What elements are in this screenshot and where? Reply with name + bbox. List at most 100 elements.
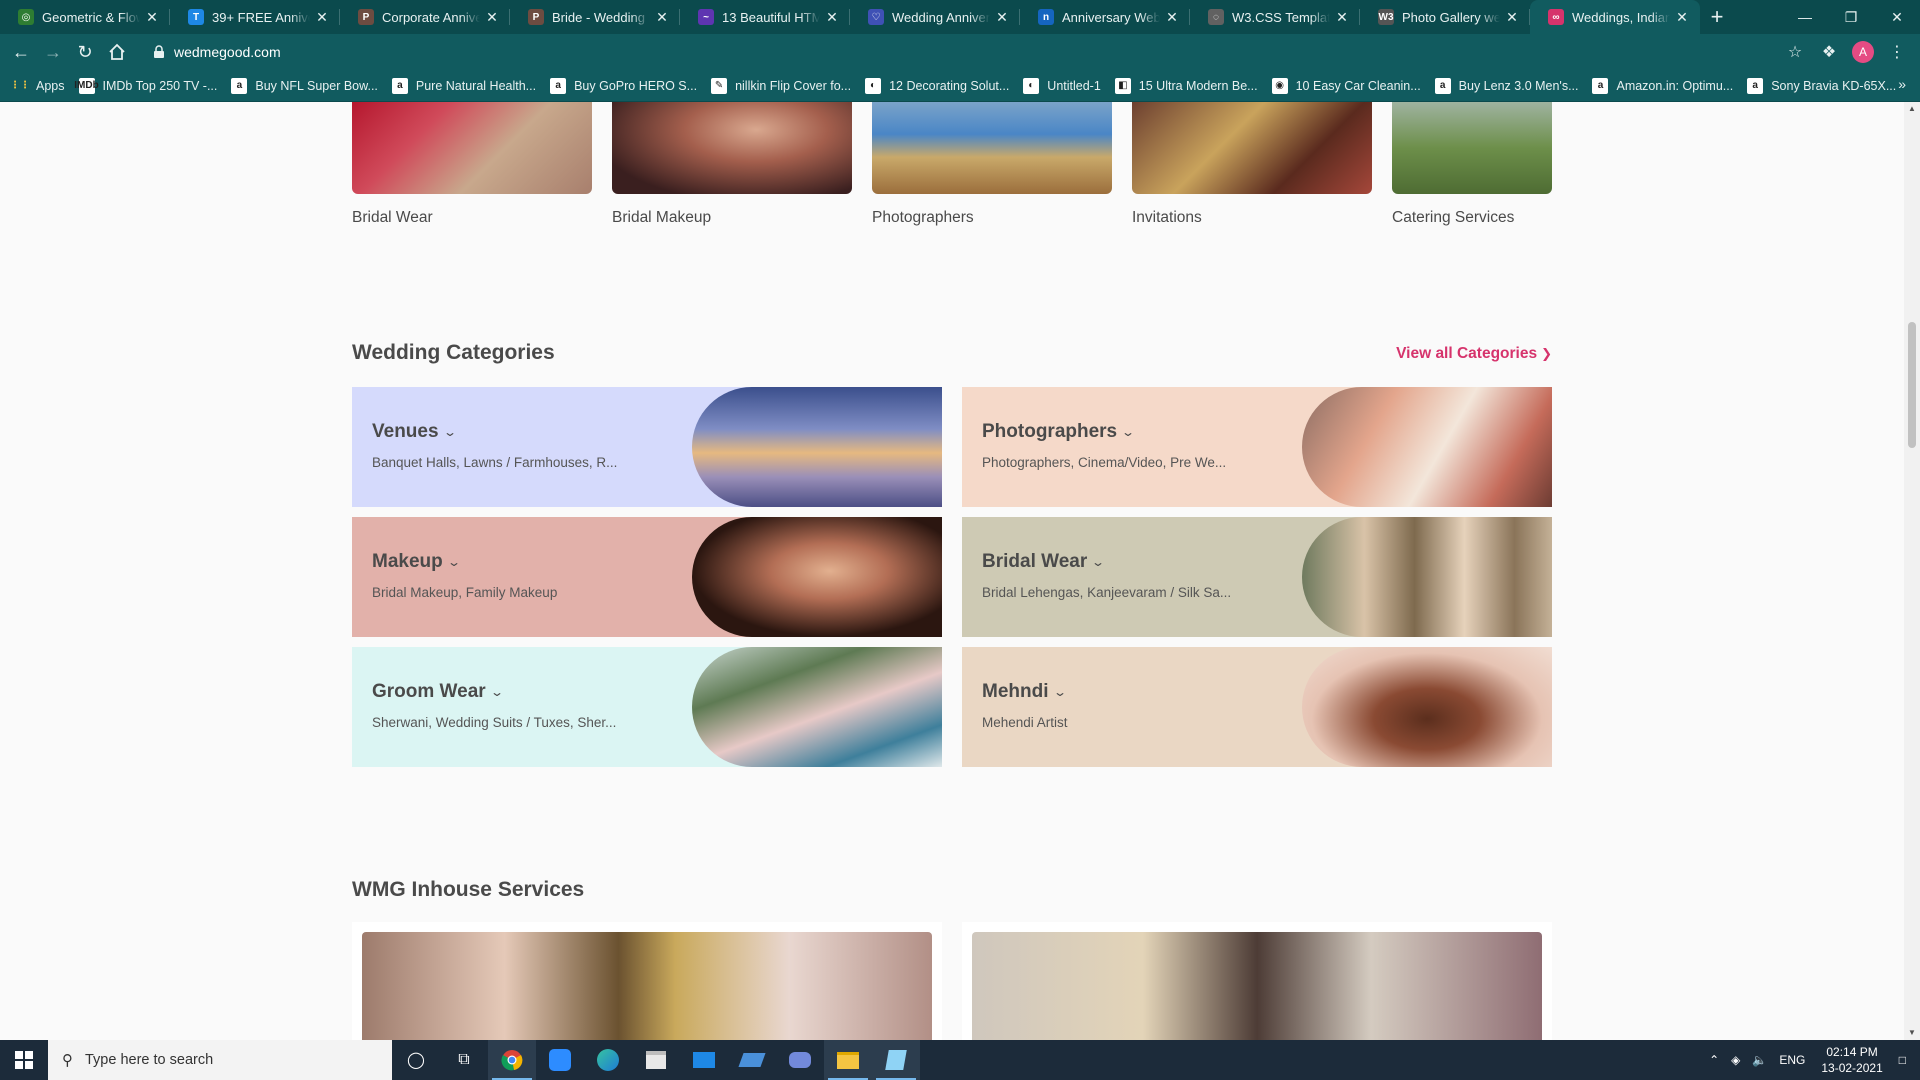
vendor-card-bridal-makeup[interactable]: Bridal Makeup <box>612 102 852 227</box>
bookmarks-overflow-icon[interactable]: » <box>1898 76 1906 92</box>
category-text: Venues ⌄ Banquet Halls, Lawns / Farmhouse… <box>372 421 672 470</box>
bookmark-item[interactable]: IMDb IMDb Top 250 TV -... <box>74 77 217 94</box>
bookmark-item[interactable]: ◐ 12 Decorating Solut... <box>865 77 1009 94</box>
service-card[interactable] <box>352 922 942 1040</box>
category-card-photographers[interactable]: Photographers ⌄ Photographers, Cinema/Vid… <box>962 387 1552 507</box>
vendor-card-invitations[interactable]: Invitations <box>1132 102 1372 227</box>
bookmark-item[interactable]: a Buy GoPro HERO S... <box>550 77 697 94</box>
back-icon[interactable]: ← <box>6 37 36 67</box>
bookmark-favicon-icon: a <box>1747 77 1764 94</box>
tab-close-icon[interactable]: ✕ <box>484 9 500 26</box>
category-card-mehndi[interactable]: Mehndi ⌄ Mehendi Artist <box>962 647 1552 767</box>
tab-close-icon[interactable]: ✕ <box>994 9 1010 26</box>
chrome-taskbar-icon[interactable] <box>488 1040 536 1080</box>
browser-tab[interactable]: ◎ Geometric & Flower✕ <box>0 0 170 34</box>
category-name-label: Bridal Wear <box>982 551 1088 572</box>
vendor-card-catering[interactable]: Catering Services <box>1392 102 1552 227</box>
browser-tab[interactable]: ◌ W3.CSS Template ✕ <box>1190 0 1360 34</box>
tab-title: Wedding Anniversary <box>892 9 990 25</box>
browser-tab[interactable]: ♡ Wedding Anniversary✕ <box>850 0 1020 34</box>
home-icon[interactable] <box>102 37 132 67</box>
extensions-icon[interactable]: ❖ <box>1812 37 1846 67</box>
category-name-label: Makeup <box>372 551 443 572</box>
cortana-icon[interactable]: ◯ <box>392 1040 440 1080</box>
bookmark-item[interactable]: a Sony Bravia KD-65X... <box>1747 77 1896 94</box>
bookmark-item[interactable]: ◐ Untitled-1 <box>1023 77 1101 94</box>
zoom-taskbar-icon[interactable] <box>536 1040 584 1080</box>
browser-tab[interactable]: ∞ Weddings, Indian W✕ <box>1530 0 1700 34</box>
bookmark-item[interactable]: ⋮⋮ Apps <box>10 78 65 94</box>
category-text: Bridal Wear ⌄ Bridal Lehengas, Kanjeevara… <box>982 551 1282 600</box>
task-view-icon[interactable]: ⧉ <box>440 1040 488 1080</box>
scroll-down-icon[interactable]: ▼ <box>1904 1026 1920 1040</box>
windows-start-icon[interactable] <box>0 1040 48 1080</box>
volume-icon[interactable]: 🔈 <box>1752 1053 1767 1067</box>
browser-tab[interactable]: T 39+ FREE Anniversary✕ <box>170 0 340 34</box>
profile-avatar[interactable]: A <box>1852 41 1874 63</box>
tab-close-icon[interactable]: ✕ <box>314 9 330 26</box>
scroll-up-icon[interactable]: ▲ <box>1904 102 1920 116</box>
network-icon[interactable]: ◈ <box>1731 1053 1740 1067</box>
new-tab-button[interactable]: + <box>1700 0 1734 34</box>
bookmark-star-icon[interactable]: ☆ <box>1778 37 1812 67</box>
category-card-bridal-wear[interactable]: Bridal Wear ⌄ Bridal Lehengas, Kanjeevara… <box>962 517 1552 637</box>
file-explorer-taskbar-icon[interactable] <box>824 1040 872 1080</box>
menu-kebab-icon[interactable]: ⋮ <box>1880 37 1914 67</box>
service-card[interactable] <box>962 922 1552 1040</box>
minimize-icon[interactable]: — <box>1782 0 1828 34</box>
reload-icon[interactable]: ↻ <box>70 37 100 67</box>
bookmark-item[interactable]: a Buy NFL Super Bow... <box>231 77 378 94</box>
browser-tab[interactable]: P Bride - Wedding Re✕ <box>510 0 680 34</box>
taskbar-search[interactable]: ⚲ Type here to search <box>48 1040 392 1080</box>
tab-close-icon[interactable]: ✕ <box>1334 9 1350 26</box>
service-image <box>362 932 932 1040</box>
browser-tab[interactable]: W3 Photo Gallery webs✕ <box>1360 0 1530 34</box>
tab-close-icon[interactable]: ✕ <box>144 9 160 26</box>
clock-date: 13-02-2021 <box>1821 1061 1883 1075</box>
notifications-icon[interactable]: □ <box>1899 1053 1906 1067</box>
app-taskbar-icon[interactable] <box>728 1040 776 1080</box>
store-taskbar-icon[interactable] <box>632 1040 680 1080</box>
tab-close-icon[interactable]: ✕ <box>654 9 670 26</box>
bookmark-item[interactable]: ◧ 15 Ultra Modern Be... <box>1114 77 1258 94</box>
browser-tab[interactable]: n Anniversary Website✕ <box>1020 0 1190 34</box>
edge-taskbar-icon[interactable] <box>584 1040 632 1080</box>
tray-chevron-up-icon[interactable]: ⌃ <box>1709 1053 1719 1067</box>
language-indicator[interactable]: ENG <box>1779 1053 1805 1067</box>
chevron-down-icon: ⌄ <box>442 425 457 439</box>
vendor-card-photographers[interactable]: Photographers <box>872 102 1112 227</box>
browser-tab[interactable]: ~13 Beautiful HTML W✕ <box>680 0 850 34</box>
vendor-card-bridal-wear[interactable]: Bridal Wear <box>352 102 592 227</box>
tab-close-icon[interactable]: ✕ <box>1504 9 1520 26</box>
category-card-groom-wear[interactable]: Groom Wear ⌄ Sherwani, Wedding Suits / Tu… <box>352 647 942 767</box>
bookmark-item[interactable]: a Buy Lenz 3.0 Men's... <box>1434 77 1578 94</box>
tab-close-icon[interactable]: ✕ <box>1674 9 1690 26</box>
bookmark-item[interactable]: a Pure Natural Health... <box>391 77 536 94</box>
category-subtitle: Sherwani, Wedding Suits / Tuxes, Sher... <box>372 715 617 730</box>
notepad-taskbar-icon[interactable] <box>872 1040 920 1080</box>
page-scrollbar[interactable]: ▲ ▼ <box>1904 102 1920 1040</box>
tab-close-icon[interactable]: ✕ <box>1164 9 1180 26</box>
tab-favicon-icon: P <box>528 9 544 25</box>
bookmark-item[interactable]: ◉ 10 Easy Car Cleanin... <box>1271 77 1421 94</box>
browser-tab[interactable]: P Corporate Anniversary✕ <box>340 0 510 34</box>
category-subtitle: Mehendi Artist <box>982 715 1068 730</box>
bookmark-item[interactable]: ✎ nillkin Flip Cover fo... <box>711 77 851 94</box>
discord-taskbar-icon[interactable] <box>776 1040 824 1080</box>
category-card-makeup[interactable]: Makeup ⌄ Bridal Makeup, Family Makeup <box>352 517 942 637</box>
view-all-categories-link[interactable]: View all Categories ❯ <box>1396 345 1552 363</box>
restore-icon[interactable]: ❐ <box>1828 0 1874 34</box>
clock[interactable]: 02:14 PM 13-02-2021 <box>1821 1044 1882 1076</box>
tab-close-icon[interactable]: ✕ <box>824 9 840 26</box>
wedding-categories-title: Wedding Categories <box>352 341 555 364</box>
close-window-icon[interactable]: ✕ <box>1874 0 1920 34</box>
forward-icon[interactable]: → <box>38 37 68 67</box>
category-name: Venues ⌄ <box>372 421 672 443</box>
scrollbar-thumb[interactable] <box>1908 322 1916 448</box>
address-bar[interactable]: wedmegood.com <box>136 37 1790 67</box>
mail-taskbar-icon[interactable] <box>680 1040 728 1080</box>
category-name-label: Photographers <box>982 421 1118 442</box>
bookmark-item[interactable]: a Amazon.in: Optimu... <box>1592 77 1733 94</box>
category-card-venues[interactable]: Venues ⌄ Banquet Halls, Lawns / Farmhouse… <box>352 387 942 507</box>
bookmark-favicon-icon: a <box>1434 77 1451 94</box>
